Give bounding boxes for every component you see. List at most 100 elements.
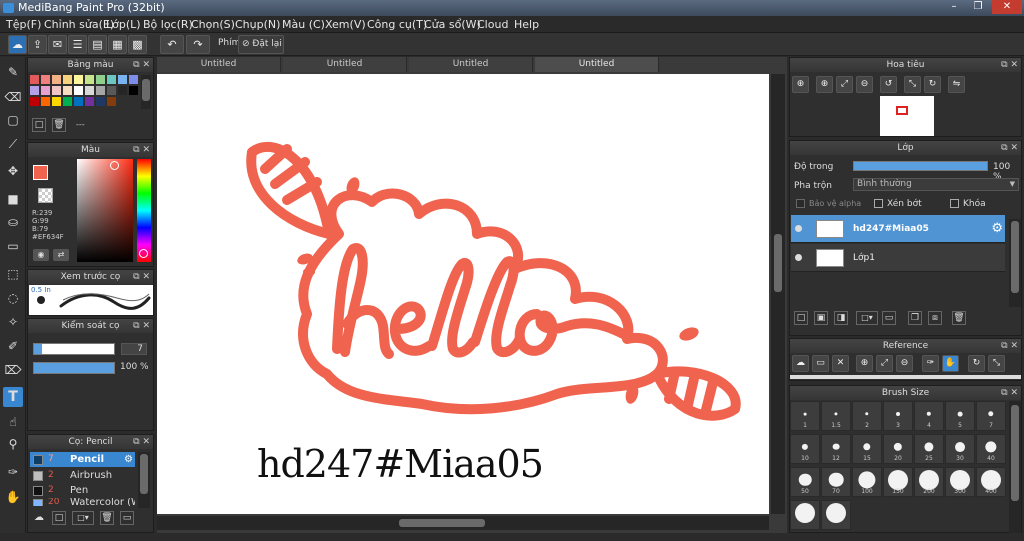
duplicate-layer-icon[interactable]: ❐ <box>908 311 922 325</box>
color-swatch[interactable] <box>63 75 72 84</box>
eraser-tool-icon[interactable]: ⌫ <box>3 87 23 107</box>
menu-help[interactable]: Help <box>514 16 539 33</box>
color-picker-icon[interactable]: ◉ <box>33 249 49 261</box>
brush-size-cell[interactable]: 20 <box>883 434 913 464</box>
open-reference-icon[interactable]: ▭ <box>812 355 829 372</box>
menu-edit[interactable]: Chỉnh sửa(E) <box>44 16 114 33</box>
color-swatch[interactable] <box>63 97 72 106</box>
fill-rect-tool-icon[interactable]: ■ <box>3 189 23 209</box>
color-swatch[interactable] <box>74 75 83 84</box>
color-swatch[interactable] <box>107 86 116 95</box>
color-swatch[interactable] <box>41 75 50 84</box>
delete-brush-icon[interactable]: 🗑 <box>100 511 114 525</box>
close-reference-icon[interactable]: ✕ <box>832 355 849 372</box>
layer-opacity-slider[interactable] <box>853 161 988 171</box>
gear-icon[interactable]: ⚙ <box>991 221 1003 236</box>
panel-float-close-icon[interactable]: ⧉ ✕ <box>1001 58 1018 72</box>
panel-float-close-icon[interactable]: ⧉ ✕ <box>1001 339 1018 353</box>
clip-checkbox[interactable] <box>874 199 883 208</box>
zoom-out-icon[interactable]: ⊖ <box>896 355 913 372</box>
color-swatch[interactable] <box>30 86 39 95</box>
color-swatch[interactable] <box>129 86 138 95</box>
palette-scrollbar[interactable] <box>141 75 151 109</box>
brush-size-cell[interactable] <box>790 500 820 530</box>
brush-size-cell[interactable]: 25 <box>914 434 944 464</box>
menu-select[interactable]: Chọn(S) <box>191 16 235 33</box>
document-icon[interactable]: ▤ <box>88 35 107 54</box>
visibility-icon[interactable] <box>795 254 802 261</box>
brush-size-cell[interactable]: 40 <box>976 434 1006 464</box>
panel-float-close-icon[interactable]: ⧉ ✕ <box>1001 386 1018 400</box>
color-swatch[interactable] <box>41 86 50 95</box>
color-swatch[interactable] <box>85 97 94 106</box>
zoom-out-icon[interactable]: ⊖ <box>856 76 873 93</box>
zoom-plus-icon[interactable]: ⊕ <box>816 76 833 93</box>
brush-size-cell[interactable]: 12 <box>821 434 851 464</box>
magic-wand-tool-icon[interactable]: ✧ <box>3 312 23 332</box>
panel-float-close-icon[interactable]: ⧉ ✕ <box>1001 141 1018 155</box>
flip-icon[interactable]: ⇋ <box>948 76 965 93</box>
color-swatch[interactable] <box>107 75 116 84</box>
brush-size-cell[interactable]: 1 <box>790 401 820 431</box>
saturation-value-picker[interactable] <box>77 159 133 262</box>
brush-size-cell[interactable]: 4 <box>914 401 944 431</box>
rotate-icon[interactable]: ↻ <box>968 355 985 372</box>
color-swatch[interactable] <box>52 75 61 84</box>
tab-untitled-2[interactable]: Untitled <box>283 57 407 72</box>
eyedropper-icon[interactable]: ✑ <box>922 355 939 372</box>
gear-icon[interactable]: ⚙ <box>124 452 133 467</box>
color-swatch[interactable] <box>63 86 72 95</box>
maximize-button[interactable]: ❐ <box>966 0 990 14</box>
color-swatch[interactable] <box>107 97 116 106</box>
rectangle-tool-icon[interactable]: ▢ <box>3 110 23 130</box>
menu-view[interactable]: Xem(V) <box>325 16 366 33</box>
brush-size-cell[interactable]: 50 <box>790 467 820 497</box>
secondary-color-swatch[interactable] <box>38 188 53 203</box>
brush-size-cell[interactable]: 300 <box>945 467 975 497</box>
new-brush-icon[interactable]: □ <box>52 511 66 525</box>
tiles-icon[interactable]: ▩ <box>128 35 147 54</box>
fit-screen-icon[interactable]: ⤡ <box>988 355 1005 372</box>
brush-size-cell[interactable]: 1.5 <box>821 401 851 431</box>
blend-mode-select[interactable]: Bình thường ▼ <box>853 178 1019 191</box>
undo-icon[interactable]: ↶ <box>160 35 184 54</box>
line-tool-icon[interactable]: ⟋ <box>3 134 23 154</box>
tab-untitled-1[interactable]: Untitled <box>157 57 281 72</box>
rotate-right-icon[interactable]: ↻ <box>924 76 941 93</box>
hand-icon[interactable]: ✋ <box>942 355 959 372</box>
brush-size-slider[interactable] <box>33 343 115 355</box>
brush-list-scrollbar[interactable] <box>138 452 150 508</box>
color-swatch[interactable] <box>96 75 105 84</box>
brush-size-scrollbar[interactable] <box>1009 401 1021 533</box>
select-eraser-tool-icon[interactable]: ⌦ <box>3 360 23 380</box>
panel-float-close-icon[interactable]: ⧉ ✕ <box>133 58 150 72</box>
fit-icon[interactable]: ⤢ <box>836 76 853 93</box>
fit-icon[interactable]: ⤢ <box>876 355 893 372</box>
brush-tool-icon[interactable]: ✎ <box>3 62 23 82</box>
cloud-download-icon[interactable]: ☁ <box>792 355 809 372</box>
upload-icon[interactable]: ⇪ <box>28 35 47 54</box>
navigator-view-rect[interactable] <box>896 106 908 115</box>
select-tool-icon[interactable]: ⬚ <box>3 264 23 284</box>
menu-layer[interactable]: Lớp(L) <box>106 16 141 33</box>
color-swatch[interactable] <box>41 97 50 106</box>
brush-size-cell[interactable]: 15 <box>852 434 882 464</box>
canvas-horizontal-scrollbar[interactable] <box>157 516 769 530</box>
menu-color[interactable]: Màu (C) <box>282 16 325 33</box>
operation-tool-icon[interactable]: ☝ <box>3 412 23 432</box>
layer-list-scrollbar[interactable] <box>1009 219 1021 307</box>
new-halftone-layer-icon[interactable]: ▣ <box>814 311 828 325</box>
redo-icon[interactable]: ↷ <box>186 35 210 54</box>
menu-cloud[interactable]: Cloud <box>477 16 508 33</box>
tab-untitled-4[interactable]: Untitled <box>535 57 659 72</box>
drawing-canvas[interactable]: hd247#Miaa05 <box>157 74 769 514</box>
color-swatch[interactable] <box>74 86 83 95</box>
visibility-icon[interactable] <box>795 225 802 232</box>
brush-size-cell[interactable]: 7 <box>976 401 1006 431</box>
color-swap-icon[interactable]: ⇄ <box>53 249 69 261</box>
brush-folder-icon[interactable]: ▭ <box>120 511 134 525</box>
color-swatch[interactable] <box>85 75 94 84</box>
panel-float-close-icon[interactable]: ⧉ ✕ <box>133 319 150 333</box>
brush-size-cell[interactable]: 200 <box>914 467 944 497</box>
close-button[interactable]: ✕ <box>992 0 1022 14</box>
